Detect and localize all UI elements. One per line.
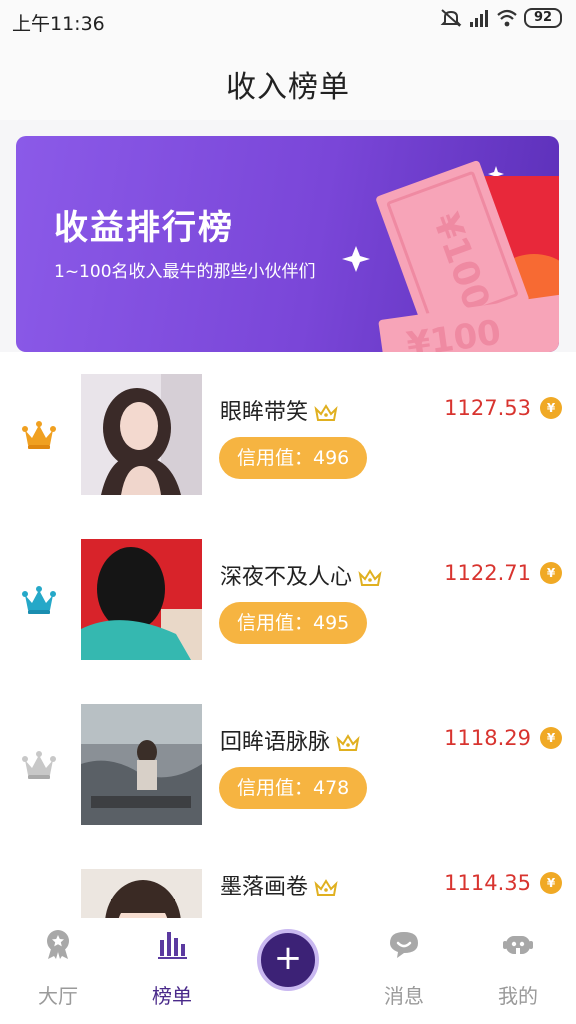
banner-title: 收益排行榜 [54,208,234,248]
status-bar: 上午11:36 92 [0,0,576,40]
tab-ranking[interactable]: 榜单 [122,918,222,1024]
vip-crown-icon [314,404,338,421]
tab-lobby-label: 大厅 [38,984,78,1008]
tab-profile[interactable]: 我的 [468,918,568,1024]
credit-badge: 信用值：495 [219,602,368,644]
vip-crown-icon [336,734,360,751]
tab-profile-label: 我的 [498,984,538,1008]
profile-robot-icon [503,936,533,956]
vip-crown-icon [358,569,382,586]
money-envelope-illustration: ¥100 ¥100 [342,160,559,352]
coin-icon: ¥ [540,872,562,894]
bottom-tab-bar: 大厅 榜单 + 消息 我的 [0,918,576,1024]
add-post-button[interactable]: + [257,929,319,991]
user-avatar[interactable] [81,539,202,660]
income-amount: 1114.35 [444,871,531,895]
signal-icon [470,10,488,27]
income-amount: 1127.53 [444,396,531,420]
user-avatar[interactable] [81,869,202,918]
credit-badge: 信用值：478 [219,767,368,809]
income-amount: 1122.71 [444,561,531,585]
vip-crown-icon [314,879,338,896]
income-amount: 1118.29 [444,726,531,750]
ranking-list: 眼眸带笑 信用值：496 1127.53 ¥ 深夜不及人心 信用值：495 11… [0,352,576,918]
page-title: 收入榜单 [226,70,350,105]
tab-lobby[interactable]: 大厅 [8,918,108,1024]
rank-row-3[interactable]: 回眸语脉脉 信用值：478 1118.29 ¥ [0,682,576,846]
silver-crown-icon [22,751,56,779]
tab-messages-label: 消息 [384,984,424,1008]
tab-messages[interactable]: 消息 [354,918,454,1024]
rank-row-2[interactable]: 深夜不及人心 信用值：495 1122.71 ¥ [0,517,576,681]
bar-chart-icon [158,932,187,959]
credit-badge: 信用值：496 [219,437,368,479]
battery-indicator: 92 [524,8,562,28]
status-icons: 92 [440,8,562,28]
status-time: 上午11:36 [12,13,105,35]
user-avatar[interactable] [81,704,202,825]
banner-subtitle: 1~100名收入最牛的那些小伙伴们 [54,262,316,282]
mute-icon [440,9,462,27]
wifi-icon [497,9,517,27]
coin-icon: ¥ [540,397,562,419]
rank-row-1[interactable]: 眼眸带笑 信用值：496 1127.53 ¥ [0,352,576,516]
page-header: 收入榜单 [0,40,576,120]
user-name: 眼眸带笑 [220,394,338,426]
chat-bubble-icon [390,932,418,958]
user-name: 深夜不及人心 [220,559,382,591]
coin-icon: ¥ [540,727,562,749]
medal-icon [47,930,69,959]
user-name: 回眸语脉脉 [220,724,360,756]
rank-row-4[interactable]: 墨落画卷 1114.35 ¥ [0,847,576,918]
gold-crown-icon [22,421,56,449]
user-avatar[interactable] [81,374,202,495]
ranking-banner[interactable]: 收益排行榜 1~100名收入最牛的那些小伙伴们 ¥100 ¥100 [16,136,559,352]
coin-icon: ¥ [540,562,562,584]
teal-crown-icon [22,586,56,614]
user-name: 墨落画卷 [220,869,338,901]
tab-ranking-label: 榜单 [152,984,192,1008]
